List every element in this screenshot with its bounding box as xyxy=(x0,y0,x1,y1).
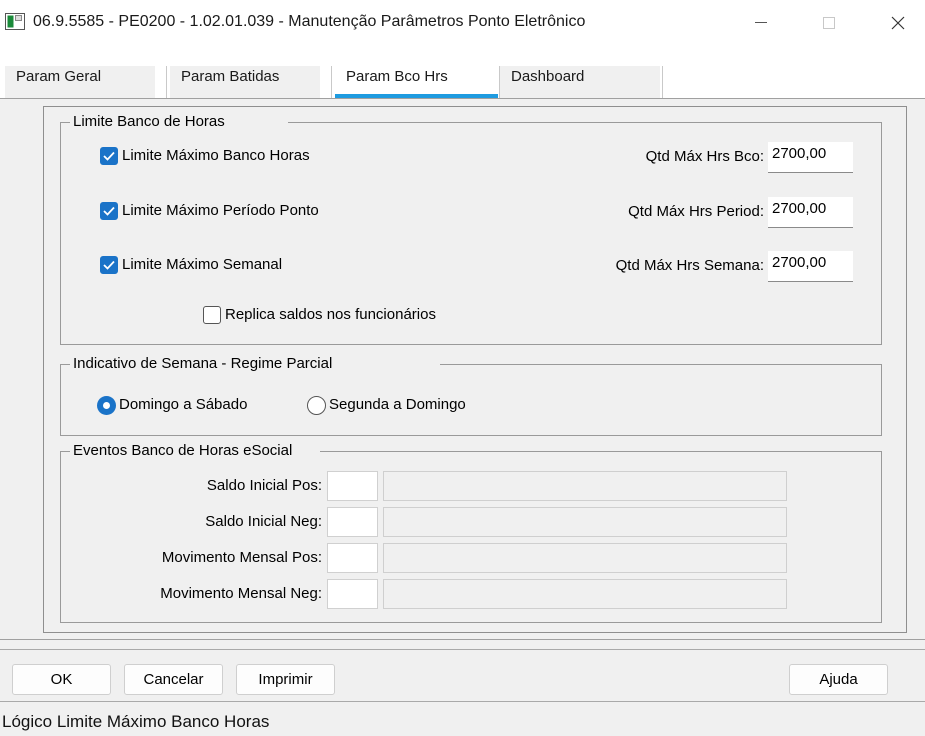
maximize-button[interactable] xyxy=(806,0,852,46)
minimize-button[interactable] xyxy=(738,0,784,46)
checkbox-label: Replica saldos nos funcionários xyxy=(225,306,436,323)
tab-dashboard[interactable]: Dashboard xyxy=(500,66,660,98)
tab-separator xyxy=(331,66,332,98)
help-button[interactable]: Ajuda xyxy=(789,664,888,695)
field-label: Qtd Máx Hrs Semana: xyxy=(615,257,764,274)
tab-label: Param Bco Hrs xyxy=(346,68,448,85)
check-icon xyxy=(103,260,115,270)
status-text: Lógico Limite Máximo Banco Horas xyxy=(2,712,270,731)
checkbox-limite-maximo-periodo-ponto[interactable] xyxy=(100,202,118,220)
field-label: Movimento Mensal Neg: xyxy=(160,585,322,602)
app-icon xyxy=(5,13,25,30)
tab-label: Param Batidas xyxy=(181,68,280,85)
movimento-mensal-pos-description xyxy=(383,543,787,573)
group-title: Limite Banco de Horas xyxy=(70,113,288,130)
close-icon xyxy=(891,16,905,30)
movimento-mensal-neg-code-input[interactable] xyxy=(327,579,378,609)
close-button[interactable] xyxy=(875,0,921,46)
checkbox-replica-saldos[interactable] xyxy=(203,306,221,324)
field-label: Qtd Máx Hrs Period: xyxy=(628,203,764,220)
saldo-inicial-pos-code-input[interactable] xyxy=(327,471,378,501)
group-title: Eventos Banco de Horas eSocial xyxy=(70,442,320,459)
tab-param-batidas[interactable]: Param Batidas xyxy=(170,66,320,98)
tab-separator xyxy=(662,66,663,98)
field-label: Saldo Inicial Neg: xyxy=(205,513,322,530)
title-bar: 06.9.5585 - PE0200 - 1.02.01.039 - Manut… xyxy=(0,0,925,46)
qtd-max-hrs-bco-input[interactable]: 2700,00 xyxy=(768,142,853,173)
tab-strip: Param Geral Param Batidas Param Bco Hrs … xyxy=(0,46,925,98)
check-icon xyxy=(103,206,115,216)
checkbox-label: Limite Máximo Semanal xyxy=(122,256,283,273)
tab-param-bco-hrs[interactable]: Param Bco Hrs xyxy=(335,66,498,98)
qtd-max-hrs-semana-input[interactable]: 2700,00 xyxy=(768,251,853,282)
radio-label: Segunda a Domingo xyxy=(329,396,466,413)
field-label: Qtd Máx Hrs Bco: xyxy=(645,148,764,165)
cancel-button[interactable]: Cancelar xyxy=(124,664,223,695)
window-title: 06.9.5585 - PE0200 - 1.02.01.039 - Manut… xyxy=(33,13,586,30)
group-title: Indicativo de Semana - Regime Parcial xyxy=(70,355,440,372)
movimento-mensal-pos-code-input[interactable] xyxy=(327,543,378,573)
status-bar: Lógico Limite Máximo Banco Horas xyxy=(0,702,925,736)
radio-label: Domingo a Sábado xyxy=(119,396,248,413)
tab-label: Dashboard xyxy=(511,68,585,85)
checkbox-label: Limite Máximo Banco Horas xyxy=(122,147,310,164)
checkbox-limite-maximo-semanal[interactable] xyxy=(100,256,118,274)
tab-separator xyxy=(166,66,167,98)
saldo-inicial-neg-code-input[interactable] xyxy=(327,507,378,537)
ok-button[interactable]: OK xyxy=(12,664,111,695)
qtd-max-hrs-period-input[interactable]: 2700,00 xyxy=(768,197,853,228)
check-icon xyxy=(103,151,115,161)
checkbox-limite-maximo-banco-horas[interactable] xyxy=(100,147,118,165)
tab-label: Param Geral xyxy=(16,68,102,85)
field-label: Movimento Mensal Pos: xyxy=(161,549,322,566)
saldo-inicial-neg-description xyxy=(383,507,787,537)
movimento-mensal-neg-description xyxy=(383,579,787,609)
print-button[interactable]: Imprimir xyxy=(236,664,335,695)
field-label: Saldo Inicial Pos: xyxy=(206,477,322,494)
radio-domingo-a-sabado[interactable] xyxy=(97,396,116,415)
saldo-inicial-pos-description xyxy=(383,471,787,501)
radio-segunda-a-domingo[interactable] xyxy=(307,396,326,415)
tab-param-geral[interactable]: Param Geral xyxy=(5,66,155,98)
checkbox-label: Limite Máximo Período Ponto xyxy=(122,202,319,219)
